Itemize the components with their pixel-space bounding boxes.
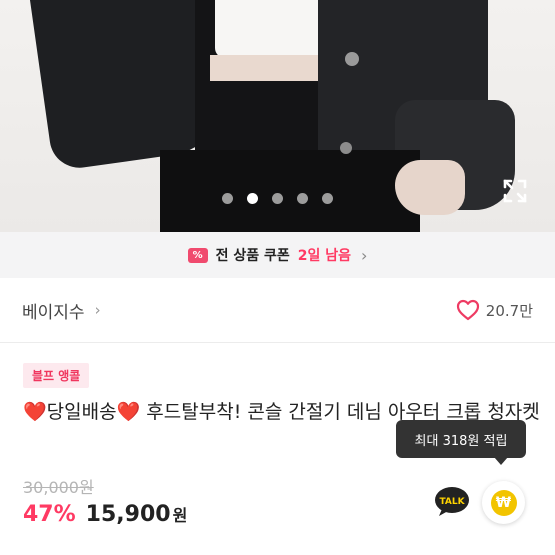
price-row: 47% 15,900 원 [23, 502, 187, 527]
talk-button[interactable]: TALK [433, 483, 471, 521]
image-hand [395, 160, 465, 215]
image-jacket-button [345, 52, 359, 66]
brand-link[interactable]: 베이지수 › [22, 298, 101, 323]
carousel-dot[interactable] [222, 193, 233, 204]
carousel-dots [222, 193, 333, 204]
coupon-banner[interactable]: % 전 상품 쿠폰 2일 남음 › [0, 232, 555, 278]
heart-emoji: ❤️ [23, 401, 47, 423]
coupon-remaining: 2일 남음 [297, 248, 351, 264]
heart-icon [456, 299, 479, 321]
carousel-dot-active[interactable] [247, 193, 258, 204]
brand-row: 베이지수 › 20.7만 [0, 278, 555, 342]
chevron-right-icon: › [94, 301, 101, 319]
carousel-dot[interactable] [297, 193, 308, 204]
talk-icon: TALK [435, 487, 469, 516]
divider [0, 342, 555, 343]
heart-emoji: ❤️ [116, 401, 141, 423]
point-reward-button[interactable]: ₩ [482, 481, 525, 524]
carousel-dot[interactable] [322, 193, 333, 204]
like-count: 20.7만 [485, 301, 533, 320]
chevron-right-icon: › [361, 245, 368, 265]
like-button[interactable]: 20.7만 [456, 299, 533, 321]
coupon-icon: % [187, 247, 208, 263]
sale-price: 15,900 [85, 502, 171, 527]
won-coin-icon: ₩ [490, 489, 517, 516]
product-image-carousel[interactable] [0, 0, 555, 232]
original-price: 30,000원 [23, 478, 94, 497]
svg-text:TALK: TALK [439, 497, 465, 507]
image-crop-top [215, 0, 335, 58]
image-waist [210, 55, 335, 81]
tooltip-tail [494, 457, 508, 465]
currency-unit: 원 [172, 506, 188, 525]
carousel-dot[interactable] [272, 193, 283, 204]
title-part-1: 당일배송 [46, 401, 117, 423]
brand-name: 베이지수 [22, 302, 85, 323]
reward-tooltip: 최대 318원 적립 [396, 420, 526, 458]
event-badge: 블프 앵콜 [23, 363, 90, 388]
image-skirt [160, 150, 420, 232]
discount-rate: 47% [23, 502, 76, 527]
expand-icon[interactable] [502, 178, 528, 204]
coupon-text: 전 상품 쿠폰 [215, 248, 290, 264]
image-jacket-button [340, 142, 352, 154]
